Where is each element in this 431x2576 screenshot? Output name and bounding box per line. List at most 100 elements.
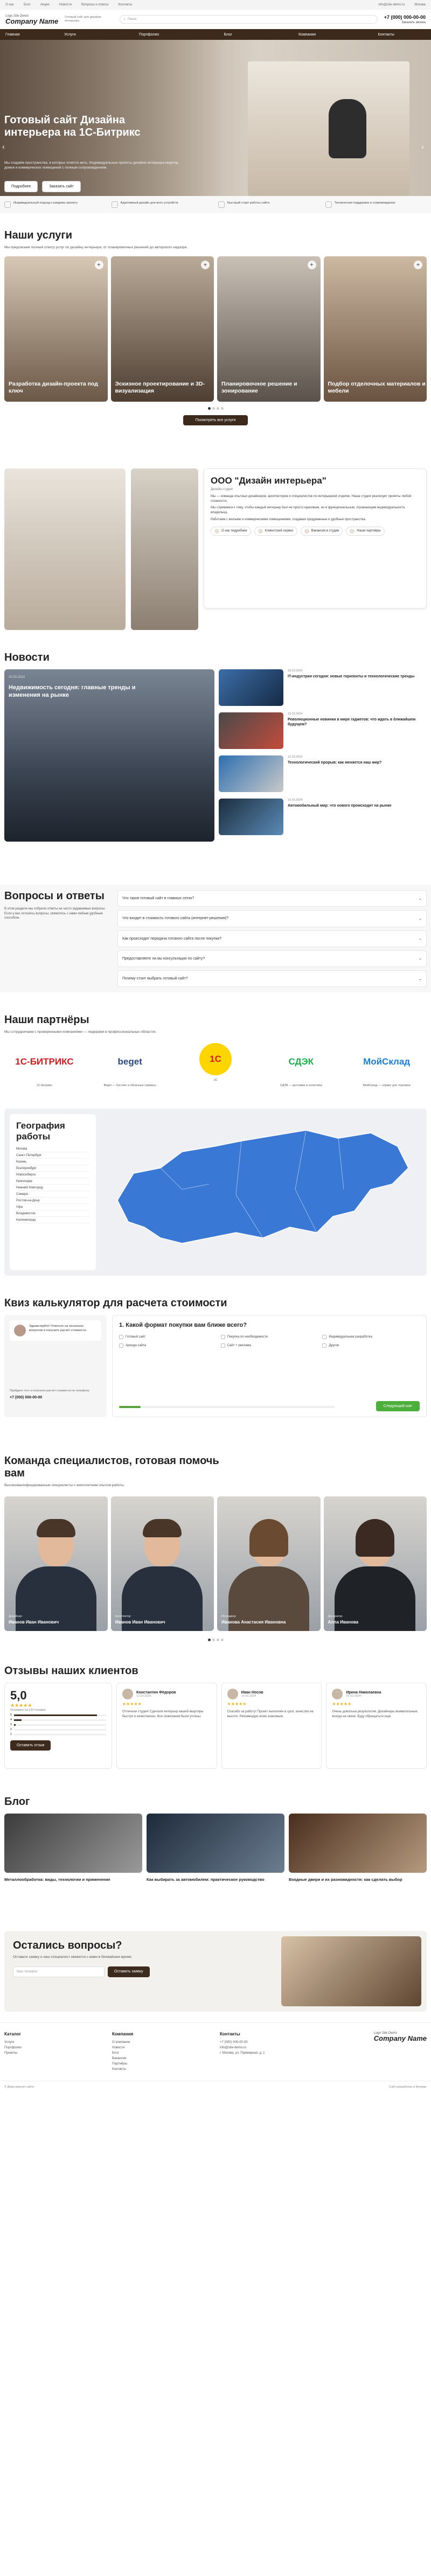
footer-link[interactable]: Блог (112, 2050, 209, 2056)
developer-link[interactable]: Сайт разработан в Битрикс (389, 2085, 427, 2089)
topbar-link[interactable]: Акции (40, 3, 50, 6)
plus-icon[interactable]: + (94, 261, 103, 270)
footer-link[interactable]: +7 (000) 000-00-00 (220, 2040, 363, 2045)
topbar-link[interactable]: Вопросы и ответы (81, 3, 109, 6)
checkbox[interactable] (220, 1335, 225, 1340)
city-item[interactable]: Владивосток (16, 1210, 89, 1217)
footer-link[interactable]: Услуги (4, 2040, 101, 2045)
hero-more-button[interactable]: Подробнее (4, 181, 38, 192)
service-card[interactable]: + Разработка дизайн-проекта под ключ (4, 256, 108, 402)
quiz-option[interactable]: Готовый сайт (119, 1335, 217, 1340)
all-services-button[interactable]: Посмотреть все услуги (183, 415, 248, 426)
footer-link[interactable]: г. Москва, ул. Примерная, д. 1 (220, 2050, 363, 2056)
team-member[interactable]: Менеджер Иванова Анастасия Ивановна (217, 1496, 321, 1632)
nav-item[interactable]: Компания (268, 33, 347, 37)
city-item[interactable]: Калининград (16, 1217, 89, 1224)
city-item[interactable]: Самара (16, 1191, 89, 1198)
submit-request-button[interactable]: Оставить заявку (108, 1966, 150, 1978)
quiz-option[interactable]: Сайт + реклама (220, 1343, 318, 1348)
news-item[interactable]: 18.03.2024 IT-индустрия сегодня: новые го… (219, 669, 427, 706)
team-member[interactable]: Архитектор Иванов Иван Иванович (110, 1496, 214, 1632)
faq-item[interactable]: Почему стоит выбрать готовый сайт? ⌄ (117, 970, 427, 988)
partner-card[interactable]: 1С 1С (176, 1043, 256, 1087)
plus-icon[interactable]: + (414, 261, 422, 270)
faq-item[interactable]: Что такое готовый сайт в главных сетях? ⌄ (117, 890, 427, 907)
news-item[interactable]: 10.03.2024 Автомобильный мир: что нового … (219, 799, 427, 836)
checkbox[interactable] (119, 1335, 123, 1340)
topbar-email[interactable]: info@site-demo.ru (378, 3, 405, 6)
city-item[interactable]: Екатеринбург (16, 1165, 89, 1172)
news-item[interactable]: 15.03.2024 Революционные новинки в мире г… (219, 712, 427, 750)
footer-link[interactable]: Новости (112, 2045, 209, 2050)
news-item[interactable]: 12.03.2024 Технологический прорыв: как ме… (219, 755, 427, 793)
news-featured[interactable]: 20.03.2024 Недвижимость сегодня: главные… (4, 669, 214, 842)
quiz-option[interactable]: Покупка по необходимости (220, 1335, 318, 1340)
about-link[interactable]: Вакансии в студии (300, 526, 343, 536)
footer-link[interactable]: Портфолио (4, 2045, 101, 2050)
phone-input[interactable]: Ваш телефон (13, 1966, 105, 1978)
team-member[interactable]: Дизайнер Иванов Иван Иванович (4, 1496, 108, 1632)
footer-link[interactable]: info@site-demo.ru (220, 2045, 363, 2050)
city-item[interactable]: Уфа (16, 1204, 89, 1211)
partner-card[interactable]: СДЭК СДЭК — доставка и логистика (261, 1043, 341, 1087)
quiz-option[interactable]: Индивидуальная разработка (322, 1335, 420, 1340)
topbar-link[interactable]: Контакты (119, 3, 133, 6)
checkbox[interactable] (322, 1335, 327, 1340)
about-link[interactable]: Клиентский сервис (254, 526, 297, 536)
next-arrow-icon[interactable]: › (421, 142, 429, 151)
footer-link[interactable]: Партнёры (112, 2061, 209, 2067)
city-item[interactable]: Новосибирск (16, 1172, 89, 1179)
topbar-city[interactable]: Москва (415, 3, 426, 6)
city-item[interactable]: Санкт-Петербург (16, 1152, 89, 1159)
quiz-option[interactable]: Другое (322, 1343, 420, 1348)
city-item[interactable]: Краснодар (16, 1178, 89, 1185)
partner-card[interactable]: МойСклад МойСклад — сервис для торговли (346, 1043, 427, 1087)
footer-link[interactable]: Вакансии (112, 2056, 209, 2061)
footer-logo[interactable]: Logo Site Demo Company Name (374, 2032, 427, 2072)
quiz-phone[interactable]: +7 (000) 000-00-00 (10, 1396, 101, 1399)
service-card[interactable]: + Планировочное решение и зонирование (217, 256, 321, 402)
callback-link[interactable]: Заказать звонок (401, 21, 426, 24)
footer-link[interactable]: О компании (112, 2040, 209, 2045)
russia-map[interactable] (101, 1109, 414, 1265)
leave-review-button[interactable]: Оставить отзыв (10, 1740, 51, 1751)
header-phone[interactable]: +7 (000) 000-00-00 (384, 15, 426, 20)
partner-card[interactable]: 1С-БИТРИКС 1С-Битрикс (4, 1043, 85, 1087)
hero-order-button[interactable]: Заказать сайт (42, 181, 81, 192)
about-link[interactable]: О нас подробнее (211, 526, 251, 536)
topbar-link[interactable]: О нас (5, 3, 14, 6)
about-link[interactable]: Наши партнёры (346, 526, 385, 536)
faq-item[interactable]: Предоставляете ли вы консультации по сай… (117, 950, 427, 967)
nav-item[interactable]: Контакты (346, 33, 426, 37)
service-card[interactable]: + Эскизное проектирование и 3D-визуализац… (110, 256, 214, 402)
topbar-link[interactable]: Новости (59, 3, 72, 6)
faq-item[interactable]: Что входит в стоимость готового сайта (и… (117, 910, 427, 927)
checkbox[interactable] (119, 1343, 123, 1348)
blog-card[interactable]: Входные двери и их разновидности: как сд… (289, 1814, 427, 1882)
checkbox[interactable] (220, 1343, 225, 1348)
footer-link[interactable]: Контакты (112, 2067, 209, 2072)
nav-item[interactable]: Портфолио (109, 33, 189, 37)
prev-arrow-icon[interactable]: ‹ (2, 142, 10, 151)
search-input[interactable]: ⌕ Поиск (120, 15, 378, 24)
topbar-link[interactable]: Блог (24, 3, 31, 6)
team-member[interactable]: Декоратор Алла Иванова (323, 1496, 427, 1632)
faq-item[interactable]: Как происходит передача готового сайта п… (117, 930, 427, 947)
quiz-option[interactable]: Аренда сайта (119, 1343, 217, 1348)
footer-link[interactable]: Проекты (4, 2050, 101, 2056)
city-item[interactable]: Ростов-на-Дону (16, 1198, 89, 1205)
city-item[interactable]: Казань (16, 1159, 89, 1166)
blog-card[interactable]: Как выбирать за автомобилем: практическо… (147, 1814, 284, 1882)
next-step-button[interactable]: Следующий шаг (376, 1401, 420, 1412)
checkbox[interactable] (322, 1343, 327, 1348)
nav-item[interactable]: Услуги (31, 33, 110, 37)
logo[interactable]: Logo Site Demo Company Name (5, 15, 58, 25)
partner-card[interactable]: beget Beget — Хостинг и облачные сервисы (90, 1043, 170, 1087)
blog-card[interactable]: Металлообработка: виды, технологии и при… (4, 1814, 142, 1882)
nav-item[interactable]: Блог (189, 33, 268, 37)
city-item[interactable]: Москва (16, 1146, 89, 1153)
nav-item[interactable]: Главная (5, 33, 31, 37)
plus-icon[interactable]: + (201, 261, 210, 270)
city-item[interactable]: Нижний Новгород (16, 1185, 89, 1192)
plus-icon[interactable]: + (307, 261, 316, 270)
